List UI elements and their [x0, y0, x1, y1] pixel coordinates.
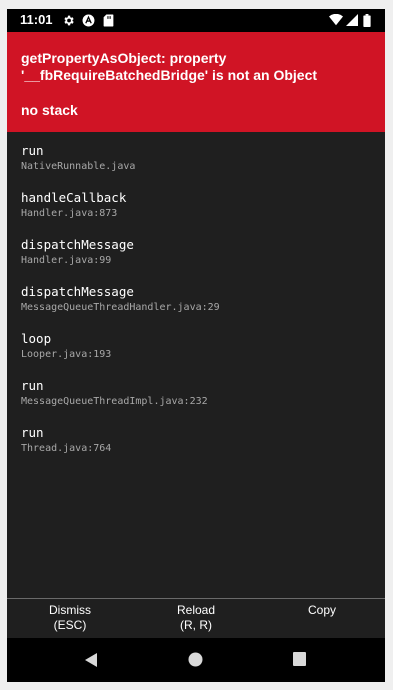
stack-frame[interactable]: run NativeRunnable.java [21, 143, 371, 174]
stack-frame[interactable]: dispatchMessage Handler.java:99 [21, 237, 371, 268]
reload-label: Reload [176, 603, 216, 617]
frame-method: dispatchMessage [21, 284, 134, 299]
stack-frame[interactable]: loop Looper.java:193 [21, 331, 371, 362]
frame-file: Looper.java:193 [21, 349, 112, 360]
reload-button[interactable]: Reload (R, R) [133, 603, 259, 633]
frame-method: loop [21, 331, 52, 346]
recents-icon[interactable] [293, 652, 306, 666]
stack-frame[interactable]: run Thread.java:764 [21, 425, 371, 456]
stack-trace-list[interactable]: run NativeRunnable.java handleCallback H… [7, 132, 385, 598]
status-time: 11:01 [20, 12, 53, 27]
dismiss-button[interactable]: Dismiss (ESC) [7, 603, 133, 633]
frame-method: dispatchMessage [21, 237, 134, 252]
dismiss-shortcut: (ESC) [53, 618, 87, 632]
battery-icon [363, 14, 371, 27]
redbox-button-bar: Dismiss (ESC) Reload (R, R) Copy [7, 598, 385, 639]
frame-file: Handler.java:873 [21, 208, 118, 219]
status-bar: 11:01 [7, 9, 385, 32]
frame-method: handleCallback [21, 190, 127, 205]
gear-icon [62, 14, 75, 27]
navigation-bar [7, 638, 385, 682]
dismiss-label: Dismiss [49, 603, 91, 617]
copy-button[interactable]: Copy [259, 603, 385, 618]
frame-file: MessageQueueThreadHandler.java:29 [21, 302, 220, 313]
reload-shortcut: (R, R) [180, 618, 212, 632]
frame-file: NativeRunnable.java [21, 161, 136, 172]
frame-method: run [21, 378, 44, 393]
device-screen: 11:01 getPropertyAsObject: property '__f… [7, 9, 385, 682]
frame-file: Handler.java:99 [21, 255, 112, 266]
app-indicator-icon [82, 14, 95, 27]
cell-signal-icon [346, 14, 358, 26]
stack-frame[interactable]: run MessageQueueThreadImpl.java:232 [21, 378, 371, 409]
frame-method: run [21, 425, 44, 440]
frame-file: Thread.java:764 [21, 443, 112, 454]
copy-label: Copy [307, 603, 336, 617]
stack-note: no stack [21, 102, 78, 118]
error-message: getPropertyAsObject: property '__fbRequi… [21, 50, 318, 83]
stack-frame[interactable]: dispatchMessage MessageQueueThreadHandle… [21, 284, 371, 315]
stack-frame[interactable]: handleCallback Handler.java:873 [21, 190, 371, 221]
frame-file: MessageQueueThreadImpl.java:232 [21, 396, 208, 407]
wifi-icon [329, 14, 343, 26]
frame-method: run [21, 143, 44, 158]
sd-card-icon [103, 14, 114, 27]
home-icon[interactable] [188, 652, 203, 667]
back-icon[interactable] [84, 652, 98, 668]
error-header: getPropertyAsObject: property '__fbRequi… [7, 32, 385, 132]
